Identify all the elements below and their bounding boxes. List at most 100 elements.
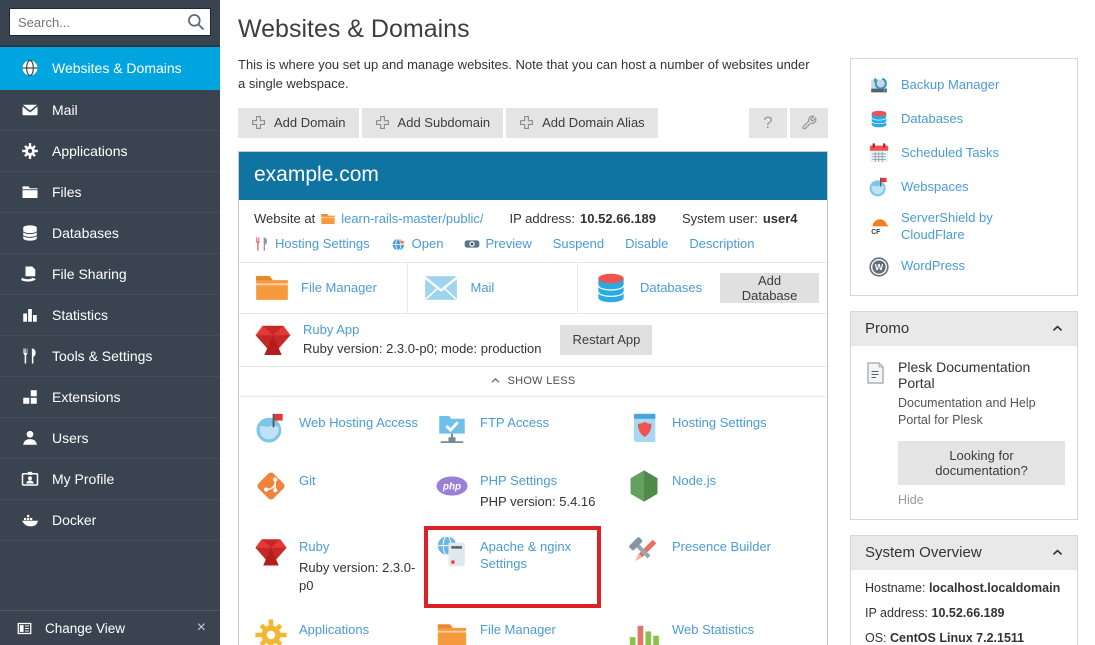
website-at-label: Website at: [254, 211, 315, 226]
add-domain-alias-button[interactable]: Add Domain Alias: [506, 108, 658, 138]
ip-address-row: IP address: 10.52.66.189: [865, 606, 1063, 620]
sidebar-item-docker[interactable]: Docker: [0, 500, 220, 541]
backup-icon: [868, 74, 890, 96]
add-subdomain-button[interactable]: Add Subdomain: [362, 108, 504, 138]
chevron-up-icon: [490, 375, 501, 386]
close-icon[interactable]: ×: [197, 620, 206, 636]
quick-link-label[interactable]: Scheduled Tasks: [901, 145, 999, 162]
sidebar-item-my-profile[interactable]: My Profile: [0, 459, 220, 500]
feature-applications[interactable]: Applications: [254, 621, 435, 645]
ruby-app-row: Ruby App Ruby version: 2.3.0-p0; mode: p…: [239, 314, 827, 367]
sidebar-item-tools-settings[interactable]: Tools & Settings: [0, 336, 220, 377]
domain-tools-row: File Manager Mail Databases Add Database: [239, 262, 827, 314]
feature-label: File Manager: [480, 621, 556, 639]
quick-link-databases[interactable]: Databases: [851, 102, 1077, 136]
quick-link-label[interactable]: ServerShield by CloudFlare: [901, 210, 1051, 244]
show-less-toggle[interactable]: SHOW LESS: [239, 367, 827, 397]
search-icon[interactable]: [186, 12, 206, 32]
disable-link[interactable]: Disable: [625, 236, 668, 251]
add-domain-button[interactable]: Add Domain: [238, 108, 359, 138]
promo-docs-button[interactable]: Looking for documentation?: [898, 441, 1065, 485]
mail-icon[interactable]: [422, 269, 460, 307]
quick-link-backup-manager[interactable]: Backup Manager: [851, 68, 1077, 102]
quick-link-label[interactable]: WordPress: [901, 258, 965, 275]
add-database-button[interactable]: Add Database: [720, 273, 819, 303]
document-icon: [863, 361, 887, 385]
change-view-button[interactable]: Change View ×: [0, 610, 220, 645]
nodejs-icon: [627, 469, 661, 503]
sidebar-item-databases[interactable]: Databases: [0, 213, 220, 254]
help-button[interactable]: ?: [749, 108, 787, 138]
promo-hide-link[interactable]: Hide: [898, 493, 924, 507]
system-overview-header[interactable]: System Overview: [851, 536, 1077, 570]
databases-link[interactable]: Databases: [640, 280, 702, 295]
ruby-app-link[interactable]: Ruby App: [303, 322, 359, 337]
feature-php-settings[interactable]: PHP Settings PHP version: 5.4.16: [435, 472, 627, 511]
hosting-doc-icon: [627, 411, 661, 445]
feature-hosting-settings[interactable]: Hosting Settings: [627, 414, 813, 445]
feature-ruby[interactable]: Ruby Ruby version: 2.3.0-p0: [254, 538, 435, 595]
wordpress-icon: [868, 256, 890, 278]
quick-link-scheduled-tasks[interactable]: Scheduled Tasks: [851, 136, 1077, 170]
folder-icon[interactable]: [253, 269, 291, 307]
settings-wrench-button[interactable]: [790, 108, 828, 138]
sidebar-item-websites-domains[interactable]: Websites & Domains: [0, 47, 220, 90]
domain-info-row: Website at learn-rails-master/public/ IP…: [239, 200, 827, 229]
sidebar-item-files[interactable]: Files: [0, 172, 220, 213]
cloudflare-icon: [868, 216, 890, 238]
sidebar-item-label: Docker: [52, 512, 96, 528]
main-content: Websites & Domains This is where you set…: [220, 0, 830, 645]
quick-link-webspaces[interactable]: Webspaces: [851, 170, 1077, 204]
quick-link-label[interactable]: Webspaces: [901, 179, 969, 196]
php-version-detail: PHP version: 5.4.16: [480, 493, 595, 511]
open-link[interactable]: Open: [412, 236, 444, 251]
change-view-icon: [16, 621, 33, 636]
system-user-label: System user:: [682, 211, 758, 226]
sidebar-item-extensions[interactable]: Extensions: [0, 377, 220, 418]
ruby-icon[interactable]: [254, 321, 292, 359]
suspend-link[interactable]: Suspend: [553, 236, 604, 251]
hosting-settings-link[interactable]: Hosting Settings: [275, 236, 370, 251]
restart-app-button[interactable]: Restart App: [560, 325, 652, 355]
hostname-label: Hostname:: [865, 581, 925, 595]
sidebar-item-file-sharing[interactable]: File Sharing: [0, 254, 220, 295]
promo-header[interactable]: Promo: [851, 312, 1077, 346]
feature-apache-nginx-settings[interactable]: Apache & nginx Settings: [435, 538, 627, 595]
databases-tool: Databases Add Database: [578, 263, 827, 313]
git-icon: [254, 469, 288, 503]
feature-label: Ruby: [299, 538, 329, 556]
feature-ftp-access[interactable]: FTP Access: [435, 414, 627, 445]
database-icon[interactable]: [592, 269, 630, 307]
quick-link-label[interactable]: Databases: [901, 111, 963, 128]
feature-git[interactable]: Git: [254, 472, 435, 511]
sidebar-item-applications[interactable]: Applications: [0, 131, 220, 172]
domain-links-row: Hosting Settings Open Preview Suspend Di…: [239, 229, 827, 262]
folder-icon: [320, 211, 336, 227]
preview-link[interactable]: Preview: [485, 236, 531, 251]
feature-file-manager[interactable]: File Manager: [435, 621, 627, 645]
web-server-icon: [435, 535, 469, 569]
mail-link[interactable]: Mail: [470, 280, 494, 295]
quick-link-label[interactable]: Backup Manager: [901, 77, 999, 94]
sidebar-item-mail[interactable]: Mail: [0, 90, 220, 131]
system-overview-body: Hostname: localhost.localdomain IP addre…: [851, 570, 1077, 645]
hostname-row: Hostname: localhost.localdomain: [865, 581, 1063, 595]
sidebar-item-label: Tools & Settings: [52, 348, 152, 364]
quick-link-servershield[interactable]: ServerShield by CloudFlare: [851, 204, 1077, 250]
file-manager-link[interactable]: File Manager: [301, 280, 377, 295]
search-input[interactable]: [9, 8, 211, 36]
feature-nodejs[interactable]: Node.js: [627, 472, 813, 511]
sidebar-item-users[interactable]: Users: [0, 418, 220, 459]
question-mark-icon: ?: [763, 113, 772, 133]
sidebar-item-label: File Sharing: [52, 266, 127, 282]
feature-web-statistics[interactable]: Web Statistics: [627, 621, 813, 645]
feature-presence-builder[interactable]: Presence Builder: [627, 538, 813, 595]
description-link[interactable]: Description: [689, 236, 754, 251]
ftp-icon: [435, 411, 469, 445]
sidebar-item-statistics[interactable]: Statistics: [0, 295, 220, 336]
website-path-link[interactable]: learn-rails-master/public/: [341, 211, 483, 226]
sidebar-item-label: Databases: [52, 225, 119, 241]
feature-web-hosting-access[interactable]: Web Hosting Access: [254, 414, 435, 445]
quick-link-wordpress[interactable]: WordPress: [851, 250, 1077, 284]
promo-title: Promo: [865, 320, 909, 337]
